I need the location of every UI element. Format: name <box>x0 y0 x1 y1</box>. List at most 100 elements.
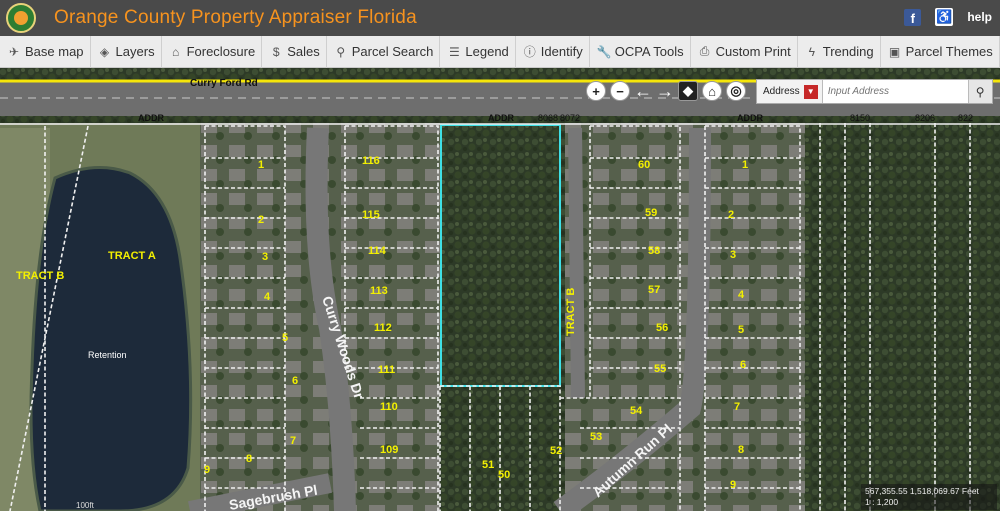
addr-label-8068: 8068 <box>538 113 558 123</box>
lot-number: 9 <box>204 464 210 476</box>
measure-tool-icon[interactable]: ◆ <box>678 81 698 101</box>
lot-number: 3 <box>730 249 736 261</box>
map-viewport[interactable]: Curry Ford Rd ADDR ADDR ADDR 8068 8072 8… <box>0 68 1000 511</box>
layers-label: Layers <box>115 44 155 59</box>
street-label-sagebrush: Sagebrush Pl <box>228 482 319 511</box>
lot-number: 8 <box>246 453 252 465</box>
retention-label: Retention <box>88 350 127 360</box>
map-theme-icon: ▣ <box>888 44 901 59</box>
back-arrow-icon[interactable]: ← <box>634 81 652 101</box>
lot-number: 60 <box>638 159 650 171</box>
coordinate-value: 567,355.55 1,518,069.67 Feet <box>865 486 979 496</box>
lot-number: 110 <box>380 401 398 413</box>
county-seal-logo[interactable] <box>6 3 36 33</box>
base-map-label: Base map <box>25 44 84 59</box>
custom-print-label: Custom Print <box>715 44 791 59</box>
lot-number: 4 <box>264 291 271 303</box>
zoom-in-button[interactable]: + <box>586 81 606 101</box>
lot-number: 2 <box>258 214 264 226</box>
custom-print-button[interactable]: ⎙ Custom Print <box>691 35 798 68</box>
wrench-icon: 🔧 <box>596 44 612 59</box>
lot-number: 111 <box>378 364 395 376</box>
addr-label-8206: 8206 <box>915 113 935 123</box>
map-label-layer: Curry Ford Rd ADDR ADDR ADDR 8068 8072 8… <box>16 78 973 511</box>
lot-number: 115 <box>362 209 380 221</box>
legend-button[interactable]: ☰ Legend <box>440 35 516 68</box>
lot-number: 7 <box>734 401 740 413</box>
forward-arrow-icon[interactable]: → <box>656 81 674 101</box>
addr-label-8150: 8150 <box>850 113 870 123</box>
lot-number: 3 <box>262 251 268 263</box>
lot-number: 8 <box>738 444 744 456</box>
dollar-icon: $ <box>272 44 280 59</box>
list-icon: ☰ <box>449 44 460 59</box>
trending-button[interactable]: ϟ Trending <box>798 35 881 68</box>
lot-number: 5 <box>282 332 288 344</box>
zoom-out-button[interactable]: − <box>610 81 630 101</box>
trending-label: Trending <box>822 44 874 59</box>
locate-me-icon[interactable]: ◎ <box>726 81 746 101</box>
help-link[interactable]: help <box>967 10 992 24</box>
info-icon: ⓘ <box>523 45 536 59</box>
foreclosure-button[interactable]: ⌂ Foreclosure <box>162 35 263 68</box>
search-icon[interactable]: ⚲ <box>967 80 992 103</box>
lot-number: 116 <box>362 155 380 167</box>
lot-number: 58 <box>648 245 660 257</box>
sales-button[interactable]: $ Sales <box>262 35 327 68</box>
lot-number: 54 <box>630 405 643 417</box>
search-icon: ⚲ <box>336 44 346 59</box>
bolt-icon: ϟ <box>808 44 815 59</box>
base-map-button[interactable]: ✈ Base map <box>0 35 91 68</box>
tract-label-a: TRACT A <box>108 250 156 262</box>
lot-number: 55 <box>654 363 666 375</box>
lot-number: 113 <box>370 285 388 297</box>
lot-number: 51 <box>482 459 494 471</box>
layers-button[interactable]: ◈ Layers <box>91 35 162 68</box>
lot-number: 1 <box>258 159 264 171</box>
chevron-down-icon[interactable]: ▼ <box>803 84 818 99</box>
lot-number: 2 <box>728 209 734 221</box>
facebook-icon[interactable]: f <box>904 8 922 26</box>
addr-label-east: ADDR <box>737 113 763 123</box>
addr-label-8072: 8072 <box>560 113 580 123</box>
lot-number: 1 <box>742 159 748 171</box>
identify-button[interactable]: ⓘ Identify <box>516 35 590 68</box>
printer-icon: ⎙ <box>699 44 710 58</box>
plane-icon: ✈ <box>8 44 20 59</box>
main-toolbar: ✈ Base map ◈ Layers ⌂ Foreclosure $ Sales ⚲ P… <box>0 35 1000 68</box>
header-actions: f ♿ help <box>904 8 992 26</box>
sales-label: Sales <box>287 44 320 59</box>
app-title: Orange County Property Appraiser Florida <box>54 7 417 28</box>
lot-number: 56 <box>656 322 668 334</box>
accessibility-icon[interactable]: ♿ <box>935 8 954 26</box>
lot-number: 59 <box>645 207 657 219</box>
lot-number: 57 <box>648 284 660 296</box>
street-label-curry-woods: Curry Woods Dr <box>319 294 367 401</box>
lot-number: 7 <box>290 435 296 447</box>
ocpa-tools-button[interactable]: 🔧 OCPA Tools <box>590 35 691 68</box>
lot-number: 9 <box>730 479 736 491</box>
lot-number: 50 <box>498 469 510 481</box>
lot-number: 53 <box>590 431 602 443</box>
coordinate-readout: 567,355.55 1,518,069.67 Feet 1 : 1,200 <box>861 484 997 510</box>
parcel-search-label: Parcel Search <box>351 44 434 59</box>
lot-number: 6 <box>292 375 298 387</box>
parcel-search-button[interactable]: ⚲ Parcel Search <box>327 35 441 68</box>
app-header: Orange County Property Appraiser Florida… <box>0 0 1000 36</box>
search-type-label[interactable]: Address <box>757 80 804 103</box>
lot-number: 114 <box>368 245 387 257</box>
addr-label-center: ADDR <box>488 113 514 123</box>
layers-icon: ◈ <box>99 44 110 59</box>
addr-label-west: ADDR <box>138 113 164 123</box>
lot-number: 109 <box>380 444 398 456</box>
ocpa-tools-label: OCPA Tools <box>614 44 684 59</box>
address-input[interactable] <box>821 80 968 103</box>
scale-bar-label: 100ft <box>76 501 95 510</box>
house-icon: ⌂ <box>171 44 180 59</box>
home-extent-icon[interactable]: ⌂ <box>702 81 722 101</box>
identify-label: Identify <box>540 44 583 59</box>
foreclosure-label: Foreclosure <box>186 44 256 59</box>
parcel-themes-button[interactable]: ▣ Parcel Themes <box>881 35 1000 68</box>
tract-label-b-west: TRACT B <box>16 270 64 282</box>
scale-ratio: 1 : 1,200 <box>865 497 899 507</box>
